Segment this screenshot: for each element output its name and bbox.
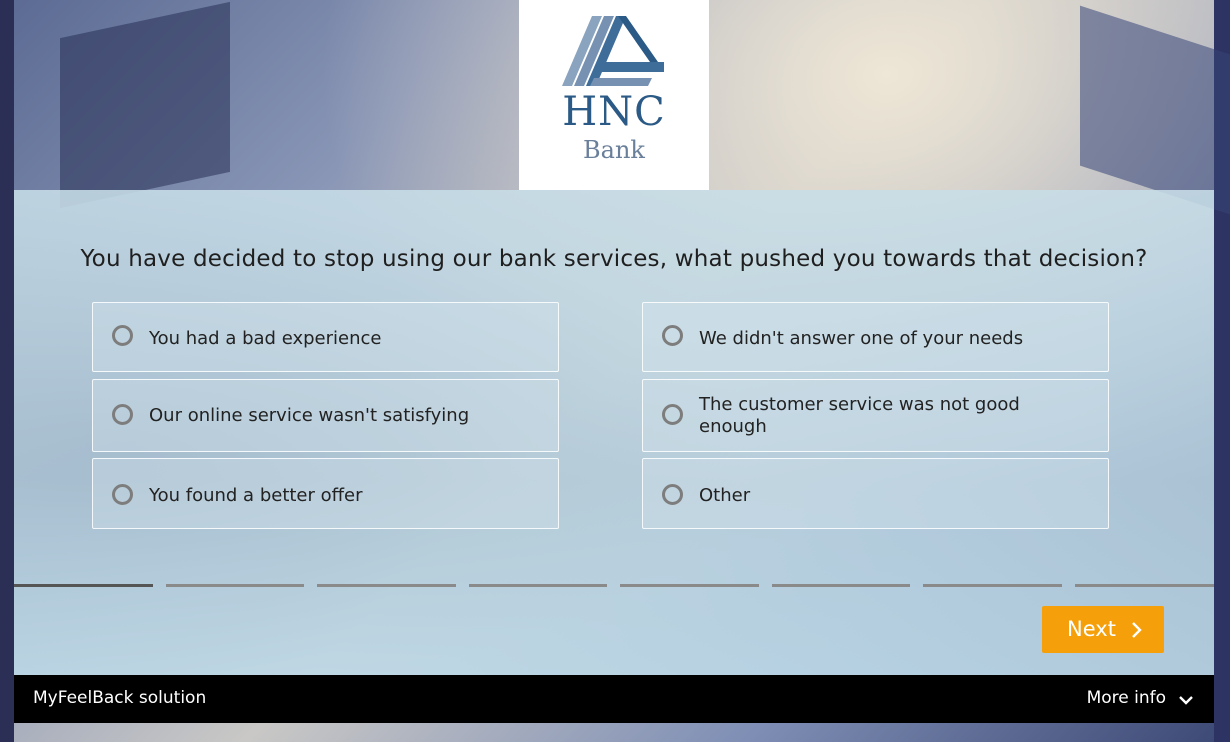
footer-credit: MyFeelBack solution <box>33 688 207 708</box>
brand-name: HNC <box>562 89 666 135</box>
background-edge-left <box>0 0 14 742</box>
option-label: You found a better offer <box>149 485 363 506</box>
option-label: Our online service wasn't satisfying <box>149 405 470 426</box>
footer-bar: MyFeelBack solution More info <box>14 675 1214 723</box>
option-other[interactable]: Other <box>642 458 1109 529</box>
next-button-label: Next <box>1067 617 1116 641</box>
option-label: We didn't answer one of your needs <box>699 328 1024 349</box>
option-bad-experience[interactable]: You had a bad experience <box>92 302 559 372</box>
radio-button[interactable] <box>112 404 133 425</box>
radio-button[interactable] <box>662 404 683 425</box>
more-info-toggle[interactable]: More info <box>1087 688 1194 708</box>
survey-panel: You have decided to stop using our bank … <box>14 190 1214 675</box>
radio-button[interactable] <box>662 484 683 505</box>
progress-step <box>14 584 153 587</box>
progress-step <box>1075 584 1214 587</box>
progress-step <box>620 584 759 587</box>
triangle-stripes-logo-icon <box>562 16 664 86</box>
progress-step <box>166 584 304 587</box>
question-text: You have decided to stop using our bank … <box>80 246 1148 272</box>
next-button[interactable]: Next <box>1042 606 1164 653</box>
progress-step <box>772 584 910 587</box>
progress-step <box>923 584 1062 587</box>
chevron-down-icon <box>1179 696 1193 705</box>
brand-logo: HNC Bank <box>519 0 709 190</box>
option-unmet-needs[interactable]: We didn't answer one of your needs <box>642 302 1109 372</box>
option-label: You had a bad experience <box>149 328 382 349</box>
option-label: The customer service was not good enough <box>699 394 1020 437</box>
option-customer-service[interactable]: The customer service was not good enough <box>642 379 1109 452</box>
chevron-right-icon <box>1132 622 1142 638</box>
radio-button[interactable] <box>662 325 683 346</box>
progress-step <box>317 584 456 587</box>
option-label: Other <box>699 485 751 506</box>
brand-subtitle: Bank <box>583 136 645 164</box>
background-building <box>1080 5 1230 215</box>
background-building <box>60 1 230 209</box>
option-better-offer[interactable]: You found a better offer <box>92 458 559 529</box>
more-info-label: More info <box>1086 688 1166 708</box>
option-online-service[interactable]: Our online service wasn't satisfying <box>92 379 559 452</box>
radio-button[interactable] <box>112 484 133 505</box>
progress-step <box>469 584 607 587</box>
radio-button[interactable] <box>112 325 133 346</box>
